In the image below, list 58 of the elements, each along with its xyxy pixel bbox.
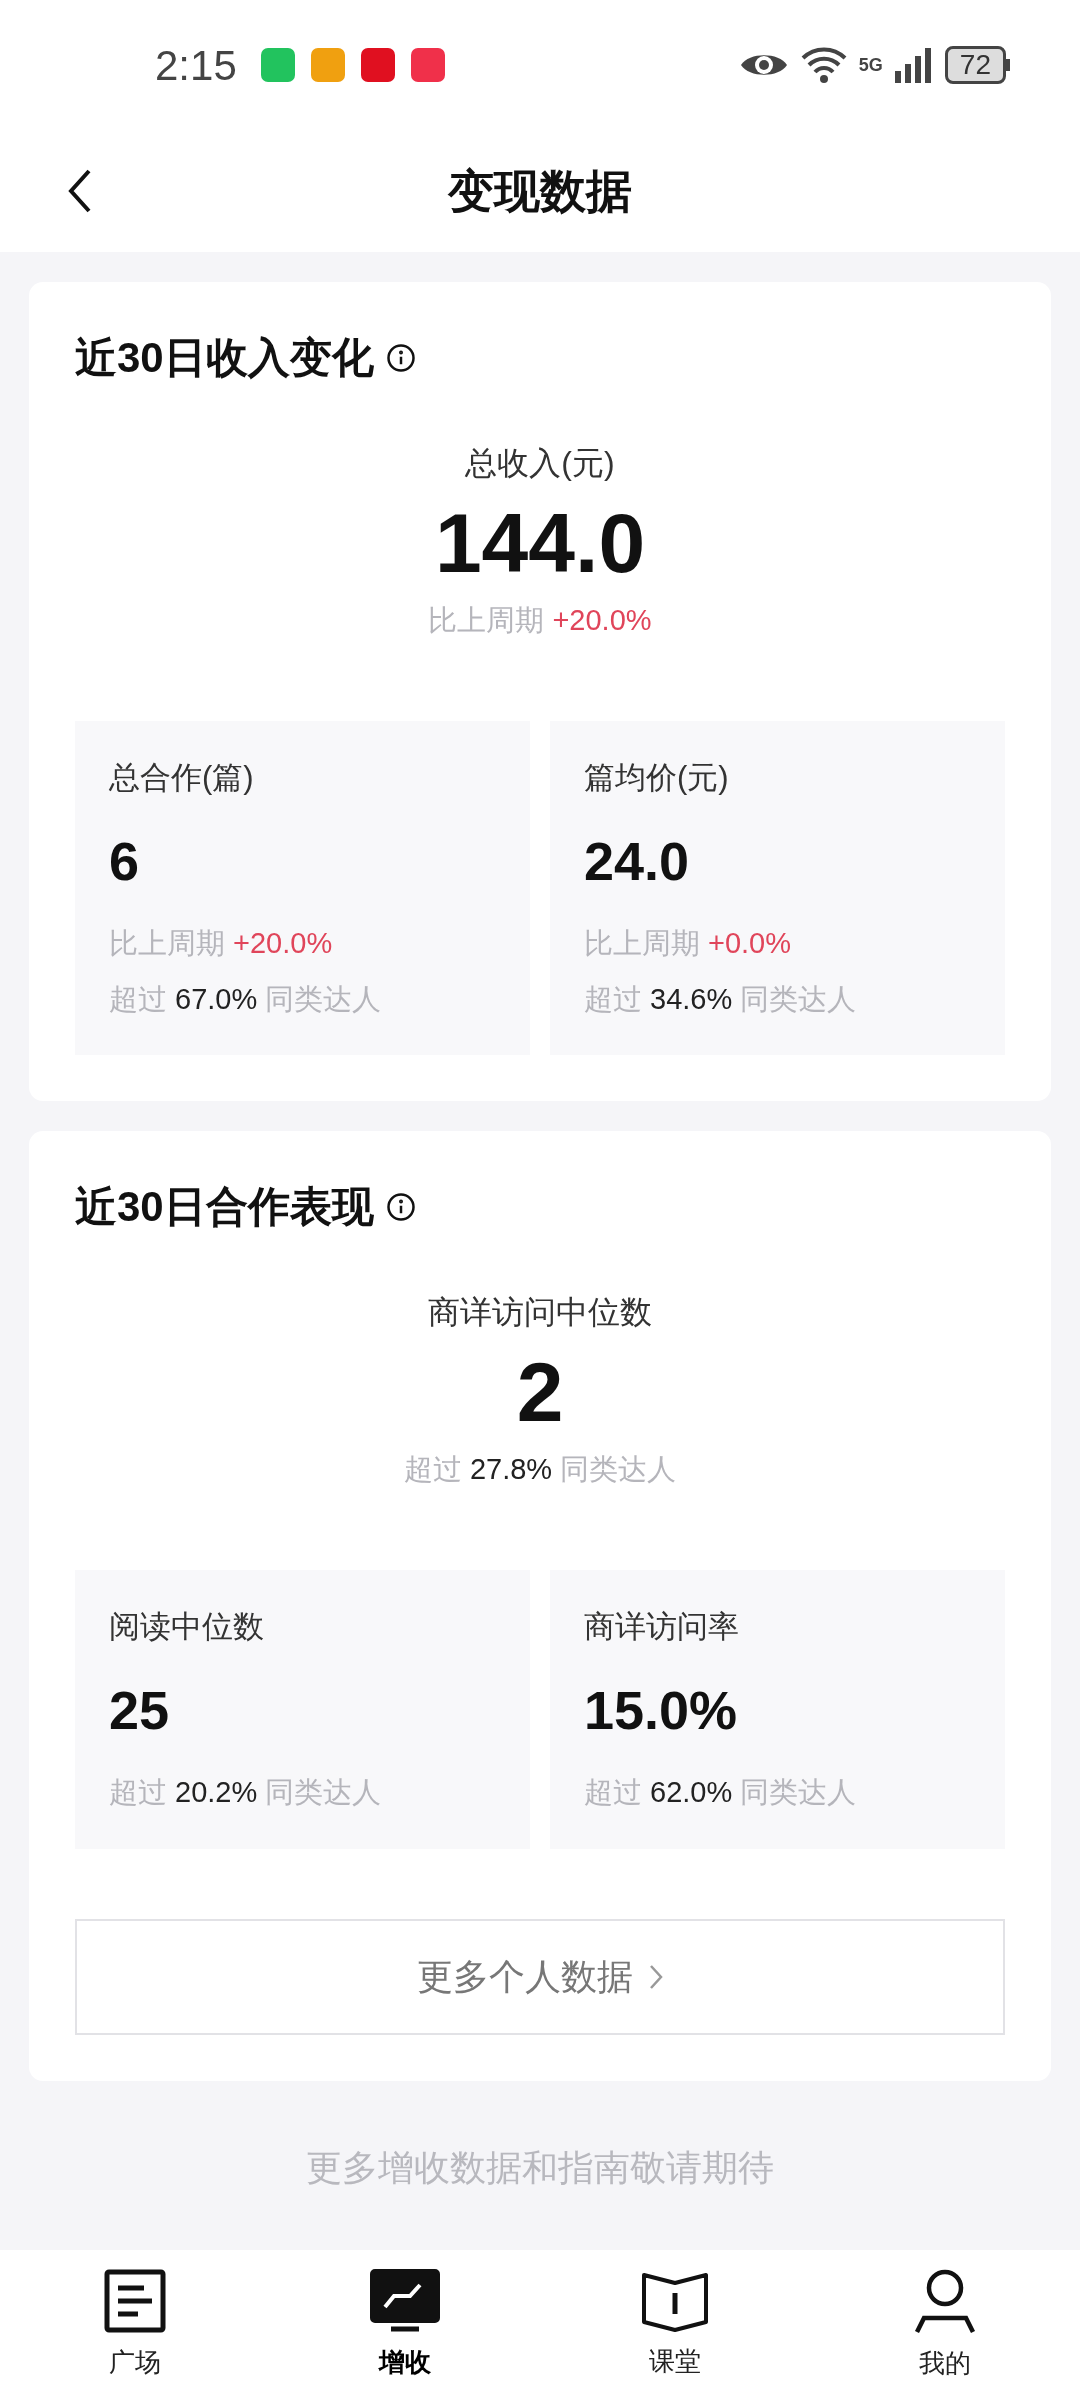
metric-label: 总收入(元) [465,444,615,483]
comparison-label: 同类达人 [265,1775,382,1810]
footer-note: 更多增收数据和指南敬请期待 [305,2145,775,2190]
percentile-value: 27.8% [469,1452,553,1487]
comparison-label: 同类达人 [265,981,382,1017]
section-title: 近30日收入变化 [75,333,374,383]
app-notification-icon [360,48,395,82]
comparison-label: 比上周期 [109,926,225,961]
monitor-chart-icon [370,2268,440,2333]
nav-tab[interactable]: 增收 [270,2250,540,2400]
app-notification-icon [310,48,345,82]
percentile-value: 20.2% [175,1775,258,1810]
stat-value: 15.0% [584,1679,739,1742]
percentile-value: 34.6% [650,981,733,1017]
comparison-label: 超过 [109,981,167,1017]
stat-label: 篇均价(元) [584,758,730,797]
network-type: 5G [858,53,883,77]
more-data-button[interactable]: 更多个人数据 [75,1918,1005,2035]
section-title: 近30日合作表现 [75,1182,374,1232]
stat-value: 24.0 [584,830,691,893]
info-icon[interactable] [385,342,416,373]
change-value: +20.0% [552,603,652,638]
comparison-label: 同类达人 [740,1775,857,1810]
change-value: +20.0% [233,926,333,961]
metric-value: 144.0 [434,501,646,585]
comparison-label: 同类达人 [560,1452,677,1487]
percentile-value: 67.0% [175,981,258,1017]
nav-tab[interactable]: 广场 [0,2250,270,2400]
page-title: 变现数据 [448,163,632,219]
stat-value: 6 [109,830,141,893]
person-icon [914,2267,976,2334]
chevron-right-icon [649,1963,663,1990]
metric-label: 商详访问中位数 [428,1293,652,1332]
stat-label: 阅读中位数 [109,1607,265,1646]
comparison-label: 比上周期 [584,926,700,961]
comparison-label: 超过 [109,1775,167,1810]
comparison-label: 超过 [584,1775,642,1810]
document-icon [104,2268,166,2333]
info-icon[interactable] [385,1191,416,1222]
stat-label: 总合作(篇) [109,758,255,797]
percentile-value: 62.0% [650,1775,733,1810]
stat-label: 商详访问率 [584,1607,740,1646]
wifi-icon [800,46,847,84]
comparison-label: 超过 [403,1452,462,1487]
comparison-label: 超过 [584,981,642,1017]
back-icon[interactable] [68,168,92,214]
signal-icon [894,47,933,83]
comparison-label: 比上周期 [428,603,545,638]
battery-level: 72 [944,46,1006,84]
nav-tab[interactable]: 课堂 [540,2250,810,2400]
comparison-label: 同类达人 [740,981,857,1017]
app-notification-icon [260,48,295,82]
status-time: 2:15 [155,40,237,91]
stat-value: 25 [109,1679,171,1742]
change-value: +0.0% [708,926,792,961]
metric-value: 2 [516,1350,564,1434]
nav-tab[interactable]: 我的 [810,2250,1080,2400]
app-notification-icon [410,48,445,82]
